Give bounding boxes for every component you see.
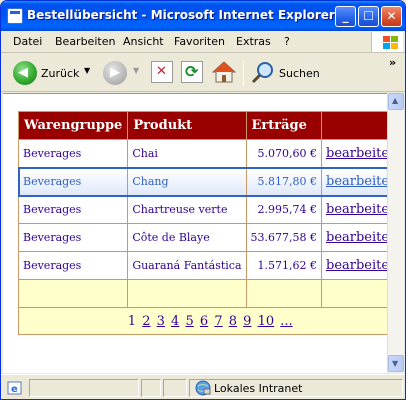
search-icon[interactable] bbox=[251, 60, 275, 84]
ie-status-icon: e bbox=[7, 380, 23, 396]
pager: 1 2 3 4 5 6 7 8 9 10 ... bbox=[17, 307, 403, 335]
ie-window: Bestellübersicht - Microsoft Internet Ex… bbox=[0, 0, 406, 400]
cell-group: Beverages bbox=[17, 251, 129, 280]
svg-text:e: e bbox=[11, 384, 18, 395]
pager-link[interactable]: 9 bbox=[243, 314, 251, 329]
toolbar-overflow-icon[interactable]: » bbox=[389, 56, 396, 69]
header-warengruppe[interactable]: Warengruppe bbox=[17, 111, 129, 140]
cell-product: Chang bbox=[127, 167, 247, 196]
ie-page-icon bbox=[7, 8, 23, 24]
intranet-zone-icon bbox=[195, 380, 211, 396]
order-grid: Warengruppe Produkt Erträge Beverages Ch… bbox=[17, 111, 403, 335]
header-produkt[interactable]: Produkt bbox=[127, 111, 247, 140]
back-button[interactable]: ◀ bbox=[13, 61, 37, 85]
pager-current-page: 1 bbox=[127, 313, 137, 329]
back-dropdown-icon[interactable]: ▼ bbox=[84, 66, 90, 75]
table-row[interactable]: Beverages Chartreuse verte 2.995,74 € be… bbox=[17, 195, 403, 224]
cell-product: Chai bbox=[127, 139, 247, 168]
cell-revenue: 2.995,74 € bbox=[245, 195, 323, 224]
pager-link[interactable]: 5 bbox=[185, 314, 193, 329]
forward-dropdown-icon[interactable]: ▼ bbox=[133, 66, 139, 75]
minimize-icon: _ bbox=[342, 9, 349, 23]
menu-bar: Datei Bearbeiten Ansicht Favoriten Extra… bbox=[1, 31, 405, 53]
windows-logo-icon bbox=[371, 32, 403, 52]
status-bar: e Lokales Intranet bbox=[1, 374, 405, 399]
back-label[interactable]: Zurück bbox=[41, 67, 79, 80]
pager-link[interactable]: 4 bbox=[171, 314, 179, 329]
page-content: Warengruppe Produkt Erträge Beverages Ch… bbox=[3, 93, 403, 373]
toolbar: ◀ Zurück ▼ ▶ ▼ Suchen » bbox=[1, 54, 405, 92]
toolbar-separator bbox=[243, 60, 244, 86]
zone-label: Lokales Intranet bbox=[214, 382, 303, 395]
maximize-button[interactable]: ☐ bbox=[358, 6, 379, 27]
table-row[interactable]: Beverages Chai 5.070,60 € bearbeiten bbox=[17, 139, 403, 168]
stop-icon[interactable] bbox=[151, 61, 173, 83]
refresh-icon[interactable] bbox=[181, 61, 203, 83]
close-icon: ✕ bbox=[386, 9, 397, 23]
cell-group: Beverages bbox=[17, 139, 129, 168]
grid-footer-row bbox=[17, 279, 403, 308]
search-label[interactable]: Suchen bbox=[279, 67, 320, 80]
status-pane-2 bbox=[141, 379, 161, 397]
status-pane-main bbox=[29, 379, 139, 397]
window-title: Bestellübersicht - Microsoft Internet Ex… bbox=[27, 8, 335, 22]
grid-header-row: Warengruppe Produkt Erträge bbox=[17, 111, 403, 140]
menu-ansicht[interactable]: Ansicht bbox=[123, 35, 164, 48]
pager-link[interactable]: 7 bbox=[214, 314, 222, 329]
menu-favoriten[interactable]: Favoriten bbox=[174, 35, 225, 48]
cell-revenue: 5.817,80 € bbox=[245, 167, 323, 196]
table-row[interactable]: Beverages Côte de Blaye 53.677,58 € bear… bbox=[17, 223, 403, 252]
pager-link[interactable]: 3 bbox=[157, 314, 165, 329]
pager-link[interactable]: 8 bbox=[229, 314, 237, 329]
menu-datei[interactable]: Datei bbox=[13, 35, 42, 48]
cell-group: Beverages bbox=[17, 195, 129, 224]
menu-help[interactable]: ? bbox=[284, 35, 290, 48]
pager-link[interactable]: 2 bbox=[142, 314, 150, 329]
minimize-button[interactable]: _ bbox=[335, 6, 356, 27]
grid-pager-row: 1 2 3 4 5 6 7 8 9 10 ... bbox=[17, 307, 403, 335]
forward-arrow-icon: ▶ bbox=[110, 65, 120, 80]
forward-button[interactable]: ▶ bbox=[103, 61, 127, 85]
header-ertraege[interactable]: Erträge bbox=[245, 111, 323, 140]
back-arrow-icon: ◀ bbox=[18, 65, 28, 80]
table-row-selected[interactable]: Beverages Chang 5.817,80 € bearbeiten bbox=[17, 166, 403, 197]
menu-extras[interactable]: Extras bbox=[236, 35, 271, 48]
status-pane-3 bbox=[163, 379, 187, 397]
cell-product: Guaraná Fantástica bbox=[127, 251, 247, 280]
scroll-down-button[interactable] bbox=[388, 355, 404, 372]
pager-link[interactable]: 10 bbox=[258, 314, 275, 329]
cell-group: Beverages bbox=[17, 223, 129, 252]
cell-product: Chartreuse verte bbox=[127, 195, 247, 224]
home-icon[interactable] bbox=[211, 61, 237, 83]
close-button[interactable]: ✕ bbox=[381, 6, 402, 27]
pager-link-more[interactable]: ... bbox=[280, 314, 292, 329]
table-row[interactable]: Beverages Guaraná Fantástica 1.571,62 € … bbox=[17, 251, 403, 280]
maximize-icon: ☐ bbox=[363, 9, 374, 23]
cell-revenue: 5.070,60 € bbox=[245, 139, 323, 168]
vertical-scrollbar[interactable] bbox=[387, 93, 404, 373]
cell-revenue: 1.571,62 € bbox=[245, 251, 323, 280]
menu-bearbeiten[interactable]: Bearbeiten bbox=[55, 35, 115, 48]
cell-group: Beverages bbox=[17, 167, 129, 196]
cell-revenue: 53.677,58 € bbox=[245, 223, 323, 252]
pager-link[interactable]: 6 bbox=[200, 314, 208, 329]
title-bar[interactable]: Bestellübersicht - Microsoft Internet Ex… bbox=[1, 1, 405, 31]
scroll-up-button[interactable] bbox=[388, 93, 404, 110]
cell-product: Côte de Blaye bbox=[127, 223, 247, 252]
